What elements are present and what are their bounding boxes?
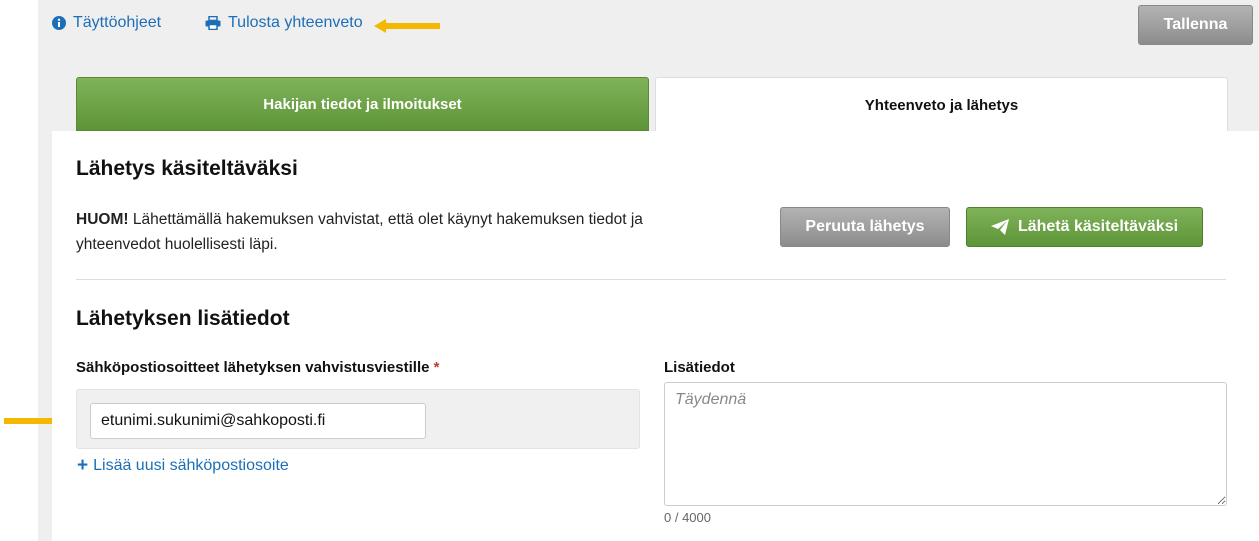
email-field-label: Sähköpostiosoitteet lähetyksen vahvistus… bbox=[76, 359, 439, 376]
extra-info-label: Lisätiedot bbox=[664, 359, 735, 376]
plus-icon: + bbox=[77, 455, 89, 476]
send-section-title: Lähetys käsiteltäväksi bbox=[76, 157, 298, 180]
extra-info-textarea[interactable] bbox=[664, 382, 1227, 506]
print-summary-link[interactable]: Tulosta yhteenveto bbox=[205, 14, 363, 32]
email-field[interactable] bbox=[90, 403, 426, 439]
print-summary-label: Tulosta yhteenveto bbox=[228, 14, 363, 31]
help-link[interactable]: Täyttöohjeet bbox=[52, 14, 161, 32]
paper-plane-icon bbox=[990, 219, 1009, 235]
notice-text: Lähettämällä hakemuksen vahvistat, että … bbox=[76, 211, 643, 253]
extra-info-section-title: Lähetyksen lisätiedot bbox=[76, 307, 290, 330]
save-button[interactable]: Tallenna bbox=[1138, 5, 1253, 45]
cancel-send-button[interactable]: Peruuta lähetys bbox=[780, 207, 950, 247]
send-notice: HUOM! Lähettämällä hakemuksen vahvistat,… bbox=[76, 207, 656, 257]
printer-icon bbox=[205, 16, 221, 30]
add-email-link[interactable]: + Lisää uusi sähköpostiosoite bbox=[77, 455, 289, 476]
add-email-label: Lisää uusi sähköpostiosoite bbox=[93, 457, 289, 474]
required-marker: * bbox=[433, 359, 440, 376]
character-counter: 0 / 4000 bbox=[664, 510, 711, 525]
submit-for-processing-button[interactable]: Lähetä käsiteltäväksi bbox=[966, 207, 1203, 247]
submit-label: Lähetä käsiteltäväksi bbox=[1017, 218, 1179, 235]
notice-bold: HUOM! bbox=[76, 211, 129, 228]
tab-applicant-info[interactable]: Hakijan tiedot ja ilmoitukset bbox=[76, 77, 649, 131]
section-divider bbox=[76, 279, 1226, 280]
tab-summary-and-send[interactable]: Yhteenveto ja lähetys bbox=[655, 77, 1228, 132]
email-label-text: Sähköpostiosoitteet lähetyksen vahvistus… bbox=[76, 359, 430, 376]
info-icon bbox=[52, 16, 66, 30]
arrow-left-icon bbox=[374, 19, 440, 33]
help-link-label: Täyttöohjeet bbox=[73, 14, 162, 31]
